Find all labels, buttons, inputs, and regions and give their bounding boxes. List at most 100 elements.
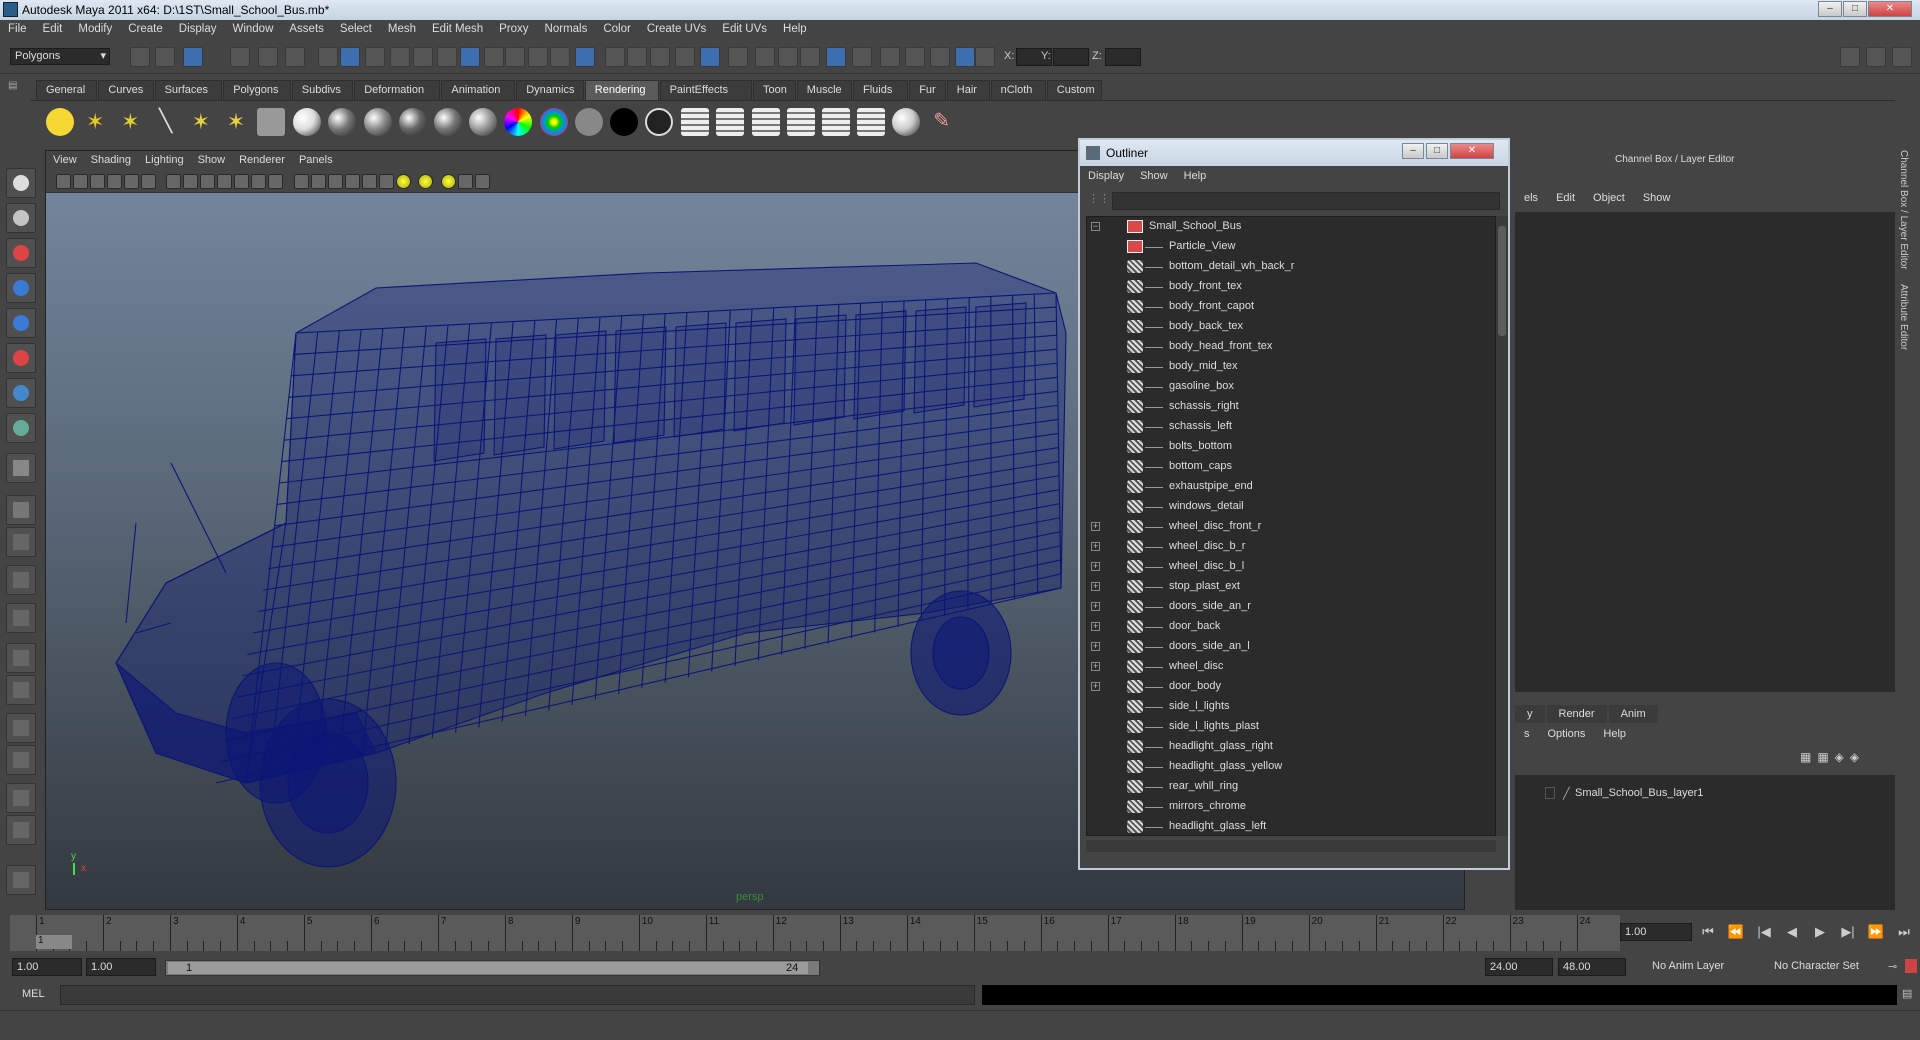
range-slider[interactable]: 1 24 (165, 960, 820, 976)
script-editor-icon[interactable]: ▤ (1902, 987, 1912, 1000)
persp-outliner-layout[interactable] (6, 783, 36, 813)
step-forward-key-button[interactable]: ⏩ (1866, 922, 1886, 942)
status-tool-icon[interactable] (505, 47, 525, 67)
status-tool-icon[interactable] (365, 47, 385, 67)
render-icon[interactable] (857, 108, 886, 136)
menu-select[interactable]: Select (332, 20, 380, 35)
outliner-root-item[interactable]: − Small_School_Bus (1087, 217, 1495, 237)
persp-graph-layout[interactable] (6, 745, 36, 775)
outliner-item[interactable]: gasoline_box (1087, 377, 1495, 397)
layer-visibility-box[interactable] (1545, 787, 1555, 799)
outliner-item[interactable]: headlight_glass_right (1087, 737, 1495, 757)
side-layout[interactable] (6, 603, 36, 633)
status-tool-icon[interactable] (650, 47, 670, 67)
expand-icon[interactable]: + (1091, 682, 1100, 691)
start-time-field[interactable]: 1.00 (12, 958, 82, 976)
step-back-key-button[interactable]: ⏪ (1726, 922, 1746, 942)
viewport-tool-icon[interactable] (396, 174, 411, 189)
viewport-tool-icon[interactable] (56, 174, 71, 189)
status-tool-icon[interactable] (550, 47, 570, 67)
rotate-tool[interactable] (6, 308, 36, 338)
viewport-tool-icon[interactable] (268, 174, 283, 189)
render-icon[interactable] (822, 108, 850, 136)
viewport-tool-icon[interactable] (251, 174, 266, 189)
material-icon[interactable] (610, 108, 638, 136)
status-tool-icon[interactable] (318, 47, 338, 67)
material-icon[interactable] (539, 108, 568, 136)
status-tool-icon[interactable] (230, 47, 250, 67)
outliner-item[interactable]: bolts_bottom (1087, 437, 1495, 457)
status-tool-icon[interactable] (575, 47, 595, 67)
attribute-editor-toggle[interactable] (1866, 47, 1886, 67)
material-icon[interactable] (469, 108, 498, 136)
outliner-item[interactable]: + door_body (1087, 677, 1495, 697)
tab-general[interactable]: General (36, 80, 98, 100)
material-icon[interactable] (328, 108, 357, 136)
menu-file[interactable]: File (0, 20, 35, 35)
move-tool[interactable] (6, 273, 36, 303)
z-field[interactable] (1105, 48, 1141, 66)
scale-tool[interactable] (6, 343, 36, 373)
tab-fluids[interactable]: Fluids (853, 80, 909, 100)
status-tool-icon[interactable] (930, 47, 950, 67)
play-forward-button[interactable]: ▶ (1810, 922, 1830, 942)
viewport-tool-icon[interactable] (234, 174, 249, 189)
expand-icon[interactable]: + (1091, 662, 1100, 671)
expand-icon[interactable]: + (1091, 582, 1100, 591)
viewport-tool-icon[interactable] (345, 174, 360, 189)
outliner-minimize-button[interactable]: – (1402, 143, 1424, 159)
menu-color[interactable]: Color (595, 20, 638, 35)
layer-tab-1[interactable]: Render (1546, 705, 1607, 723)
filter-icon[interactable]: ⋮⋮ (1088, 192, 1110, 210)
lasso-tool[interactable] (6, 203, 36, 233)
tab-painteffects[interactable]: PaintEffects (659, 80, 752, 100)
outliner-item[interactable]: + doors_side_an_r (1087, 597, 1495, 617)
viewport-tool-icon[interactable] (200, 174, 215, 189)
outliner-item[interactable]: headlight_glass_left (1087, 817, 1495, 835)
playback-end-field[interactable]: 24.00 (1485, 958, 1553, 976)
light-icon[interactable]: ✶ (187, 108, 215, 136)
status-tool-icon[interactable] (183, 47, 203, 67)
layer-menu-2[interactable]: Help (1594, 728, 1635, 740)
time-slider[interactable]: 1 2 3 4 5 6 7 8 9 10 11 12 13 14 15 16 17 18 19 20 21 22 23 24 1 (10, 915, 1620, 951)
last-tool[interactable] (6, 495, 36, 525)
outliner-item[interactable]: exhaustpipe_end (1087, 477, 1495, 497)
layer-pencil-icon[interactable]: ╱ (1563, 787, 1570, 800)
render-icon[interactable] (751, 108, 780, 136)
status-tool-icon[interactable] (728, 47, 748, 67)
outliner-item[interactable]: windows_detail (1087, 497, 1495, 517)
anim-layer-dropdown[interactable]: No Anim Layer (1648, 958, 1746, 976)
tab-hair[interactable]: Hair (946, 80, 990, 100)
tool-settings-toggle[interactable] (1892, 47, 1912, 67)
outliner-item[interactable]: Particle_View (1087, 237, 1495, 257)
tab-surfaces[interactable]: Surfaces (154, 80, 223, 100)
menu-window[interactable]: Window (224, 20, 281, 35)
side-tab-1[interactable]: Attribute Editor (1898, 284, 1909, 350)
scroll-thumb[interactable] (1498, 226, 1506, 336)
viewport-tool-icon[interactable] (294, 174, 309, 189)
minimize-button[interactable]: – (1818, 1, 1842, 17)
status-tool-icon[interactable] (484, 47, 504, 67)
light-icon[interactable] (257, 108, 286, 136)
layer-menu-0[interactable]: s (1515, 728, 1539, 740)
outliner-item[interactable]: bottom_caps (1087, 457, 1495, 477)
tab-ncloth[interactable]: nCloth (990, 80, 1046, 100)
channel-box-menu-0[interactable]: els (1515, 192, 1547, 204)
outliner-vscrollbar[interactable] (1496, 216, 1508, 836)
go-to-end-button[interactable]: ⏭ (1894, 922, 1914, 942)
status-tool-icon[interactable] (390, 47, 410, 67)
soft-mod-tool[interactable] (6, 413, 36, 443)
viewport-tool-icon[interactable] (73, 174, 88, 189)
material-icon[interactable] (363, 108, 392, 136)
tab-animation[interactable]: Animation (441, 80, 516, 100)
viewport-tool-icon[interactable] (166, 174, 181, 189)
outliner-item[interactable]: + wheel_disc_b_l (1087, 557, 1495, 577)
status-tool-icon[interactable] (778, 47, 798, 67)
expand-icon[interactable]: + (1091, 562, 1100, 571)
go-to-start-button[interactable]: ⏮ (1698, 922, 1718, 942)
layer-tab-2[interactable]: Anim (1608, 705, 1658, 723)
tab-rendering[interactable]: Rendering (584, 80, 659, 100)
playback-start-field[interactable]: 1.00 (86, 958, 156, 976)
paint-icon[interactable]: ✎ (928, 108, 956, 136)
current-time-field[interactable]: 1.00 (1620, 923, 1692, 941)
